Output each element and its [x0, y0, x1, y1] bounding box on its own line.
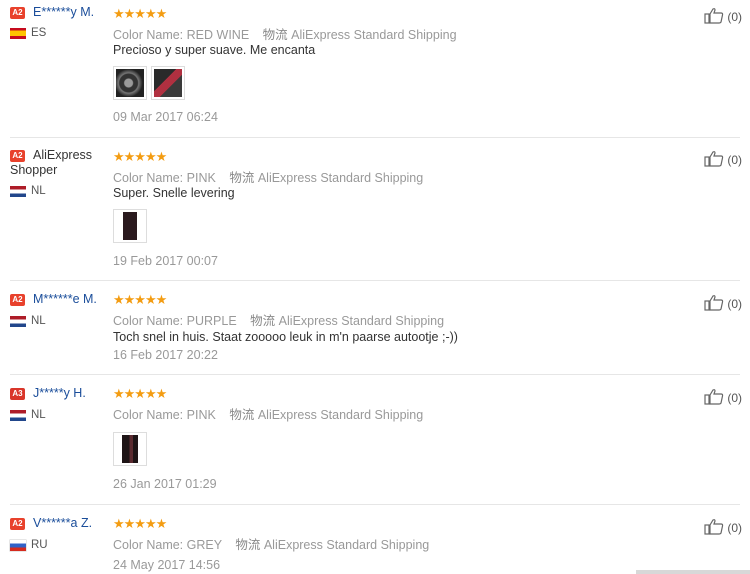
- country-code: RU: [31, 539, 48, 551]
- buyer-level-badge: A3: [10, 388, 25, 400]
- shipping-method: AliExpress Standard Shipping: [291, 28, 457, 42]
- review-photo[interactable]: [113, 209, 147, 243]
- color-value: PINK: [186, 171, 216, 185]
- color-value: GREY: [186, 538, 222, 552]
- review-divider: [10, 504, 740, 505]
- color-value: PINK: [186, 408, 216, 422]
- photo-content: [116, 69, 144, 97]
- flag-nl-icon: [10, 186, 26, 197]
- flag-nl-icon: [10, 316, 26, 327]
- helpful-button[interactable]: (0): [704, 294, 742, 311]
- photo-content: [116, 212, 144, 240]
- logistics-label: 物流: [250, 314, 276, 328]
- reviewer-name[interactable]: E******y M.: [33, 5, 94, 19]
- shipping-method: AliExpress Standard Shipping: [257, 408, 424, 422]
- review-divider: [10, 280, 740, 281]
- star-rating: ★★★★★: [113, 149, 167, 164]
- review-comment: Super. Snelle levering: [113, 186, 235, 200]
- flag-ru-icon: [10, 540, 26, 551]
- helpful-count: (0): [727, 297, 743, 311]
- helpful-count: (0): [727, 153, 743, 167]
- review-photo[interactable]: [151, 66, 185, 100]
- helpful-count: (0): [727, 391, 743, 405]
- review-meta: Color Name: GREY 物流 AliExpress Standard …: [113, 534, 429, 553]
- review-date: 09 Mar 2017 06:24: [113, 110, 218, 124]
- shipping-method: AliExpress Standard Shipping: [257, 171, 424, 185]
- review-photo[interactable]: [113, 66, 147, 100]
- review-comment: Precioso y super suave. Me encanta: [113, 43, 316, 57]
- helpful-button[interactable]: (0): [704, 388, 742, 405]
- star-rating: ★★★★★: [113, 386, 167, 401]
- photo-content: [116, 435, 144, 463]
- horizontal-scrollbar[interactable]: [636, 570, 750, 574]
- color-label: Color Name:: [113, 408, 184, 422]
- color-label: Color Name:: [113, 28, 184, 42]
- helpful-button[interactable]: (0): [704, 7, 742, 24]
- reviewer-name[interactable]: V******a Z.: [33, 516, 92, 530]
- thumbs-up-icon: [704, 519, 724, 535]
- color-label: Color Name:: [113, 171, 184, 185]
- country-code: ES: [31, 27, 47, 39]
- country-code: NL: [31, 315, 46, 327]
- thumbs-up-icon: [704, 389, 724, 405]
- star-rating: ★★★★★: [113, 516, 167, 531]
- thumbs-up-icon: [704, 8, 724, 24]
- logistics-label: 物流: [235, 538, 261, 552]
- review-date: 19 Feb 2017 00:07: [113, 254, 218, 268]
- reviewer-name-text: AliExpress Shopper: [10, 148, 93, 177]
- review-divider: [10, 374, 740, 375]
- helpful-button[interactable]: (0): [704, 150, 742, 167]
- reviewer-name[interactable]: M******e M.: [33, 292, 97, 306]
- reviewer-name[interactable]: AliExpress Shopper: [10, 148, 110, 178]
- thumbs-up-icon: [704, 295, 724, 311]
- review-photo[interactable]: [113, 432, 147, 466]
- shipping-method: AliExpress Standard Shipping: [278, 314, 445, 328]
- helpful-count: (0): [727, 521, 743, 535]
- color-label: Color Name:: [113, 538, 184, 552]
- color-value: PURPLE: [186, 314, 237, 328]
- country-code: NL: [31, 185, 46, 197]
- color-value: RED WINE: [186, 28, 250, 42]
- color-label: Color Name:: [113, 314, 184, 328]
- star-rating: ★★★★★: [113, 6, 167, 21]
- star-rating: ★★★★★: [113, 292, 167, 307]
- logistics-label: 物流: [229, 408, 255, 422]
- review-divider: [10, 137, 740, 138]
- photo-content: [154, 69, 182, 97]
- review-date: 24 May 2017 14:56: [113, 558, 221, 572]
- buyer-level-badge: A2: [10, 294, 25, 306]
- helpful-count: (0): [727, 10, 743, 24]
- logistics-label: 物流: [262, 28, 288, 42]
- flag-nl-icon: [10, 410, 26, 421]
- helpful-button[interactable]: (0): [704, 518, 742, 535]
- buyer-level-badge: A2: [10, 518, 25, 530]
- reviewer-name[interactable]: J*****y H.: [33, 386, 86, 400]
- review-meta: Color Name: PURPLE 物流 AliExpress Standar…: [113, 310, 444, 329]
- review-meta: Color Name: PINK 物流 AliExpress Standard …: [113, 167, 423, 186]
- review-meta: Color Name: PINK 物流 AliExpress Standard …: [113, 404, 423, 423]
- review-comment: Toch snel in huis. Staat zooooo leuk in …: [113, 330, 458, 344]
- buyer-level-badge: A2: [10, 7, 25, 19]
- review-date: 26 Jan 2017 01:29: [113, 477, 217, 491]
- review-date: 16 Feb 2017 20:22: [113, 348, 218, 362]
- logistics-label: 物流: [229, 171, 255, 185]
- flag-es-icon: [10, 28, 26, 39]
- shipping-method: AliExpress Standard Shipping: [263, 538, 430, 552]
- thumbs-up-icon: [704, 151, 724, 167]
- review-meta: Color Name: RED WINE 物流 AliExpress Stand…: [113, 24, 457, 43]
- country-code: NL: [31, 409, 46, 421]
